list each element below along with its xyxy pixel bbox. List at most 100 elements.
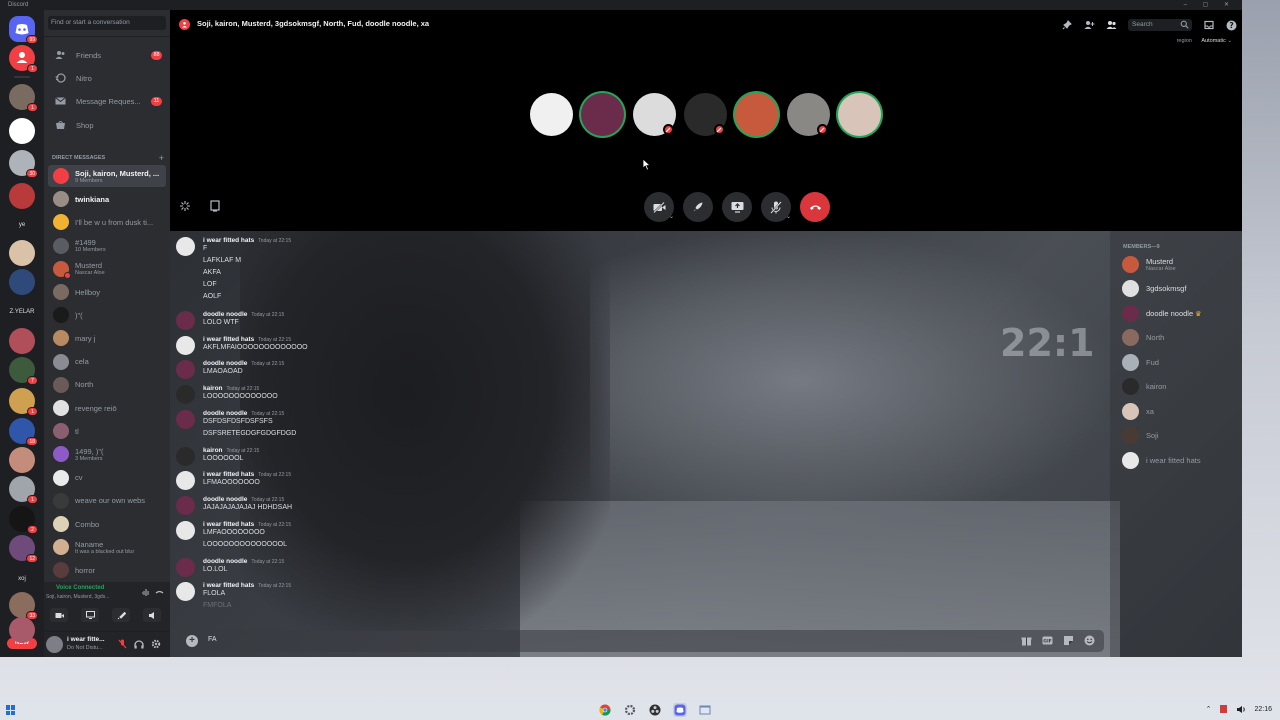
message-avatar[interactable] bbox=[176, 336, 195, 355]
activity-button[interactable] bbox=[112, 608, 130, 622]
server-icon[interactable]: 30 bbox=[9, 150, 38, 178]
message-author[interactable]: i wear fitted hats bbox=[203, 336, 254, 343]
dm-item[interactable]: Musterd Nascar Aloe bbox=[48, 258, 166, 280]
pinned-button[interactable] bbox=[1056, 17, 1078, 33]
member-item[interactable]: doodle noodle ♛ bbox=[1122, 303, 1201, 323]
dm-item[interactable]: Hellboy bbox=[48, 281, 166, 303]
activity-button[interactable] bbox=[683, 192, 713, 222]
server-icon[interactable]: 1 bbox=[9, 476, 38, 504]
message-author[interactable]: doodle noodle bbox=[203, 410, 247, 417]
gift-button[interactable] bbox=[1020, 634, 1033, 647]
user-name[interactable]: i wear fitte... bbox=[67, 636, 105, 643]
user-avatar[interactable] bbox=[46, 636, 63, 653]
disconnect-icon[interactable] bbox=[155, 588, 164, 597]
message-avatar[interactable] bbox=[176, 237, 195, 256]
emoji-button[interactable] bbox=[1083, 634, 1096, 647]
camera-toggle-button[interactable]: ⌄ bbox=[644, 192, 674, 222]
server-icon[interactable]: 1 bbox=[9, 388, 38, 416]
mute-button[interactable] bbox=[116, 638, 128, 650]
end-call-button[interactable] bbox=[800, 192, 830, 222]
dm-item[interactable]: I'll be w u from dusk ti... bbox=[48, 211, 166, 233]
noise-suppression-icon[interactable] bbox=[141, 588, 150, 597]
message-author[interactable]: i wear fitted hats bbox=[203, 521, 254, 528]
message-author[interactable]: i wear fitted hats bbox=[203, 471, 254, 478]
dm-item[interactable]: revenge reiō bbox=[48, 397, 166, 419]
message-avatar[interactable] bbox=[176, 521, 195, 540]
message-author[interactable]: kairon bbox=[203, 385, 223, 392]
rail-text-server[interactable]: ye bbox=[6, 222, 38, 228]
soundboard-button[interactable] bbox=[143, 608, 161, 622]
nav-friends[interactable]: Friends 88 bbox=[48, 46, 166, 64]
search-input[interactable]: Search bbox=[1128, 19, 1192, 31]
dm-item[interactable]: twinkiana bbox=[48, 188, 166, 210]
chrome-app[interactable] bbox=[598, 703, 612, 717]
gif-button[interactable]: GIF bbox=[1041, 634, 1054, 647]
call-participant-avatar[interactable] bbox=[786, 93, 830, 136]
nav-nitro[interactable]: Nitro bbox=[48, 69, 166, 87]
member-item[interactable]: Soji bbox=[1122, 426, 1159, 446]
settings-app[interactable] bbox=[623, 703, 637, 717]
rail-text-server[interactable]: xoj bbox=[6, 576, 38, 582]
call-participant-avatar[interactable] bbox=[530, 93, 573, 136]
chevron-down-icon[interactable]: ⌄ bbox=[669, 213, 676, 220]
message-avatar[interactable] bbox=[176, 471, 195, 490]
clock[interactable]: 22:16 bbox=[1254, 706, 1272, 713]
deafen-button[interactable] bbox=[133, 638, 145, 650]
message-avatar[interactable] bbox=[176, 558, 195, 577]
popout-icon[interactable] bbox=[209, 200, 221, 212]
dm-item[interactable]: mary j bbox=[48, 327, 166, 349]
message-avatar[interactable] bbox=[176, 582, 195, 601]
message-avatar[interactable] bbox=[176, 360, 195, 379]
member-item[interactable]: Fud bbox=[1122, 352, 1159, 372]
speaker-icon[interactable] bbox=[1236, 705, 1246, 714]
dm-item[interactable]: Soji, kairon, Musterd, ... 9 Members bbox=[48, 165, 166, 187]
call-participant-avatar[interactable] bbox=[632, 93, 676, 136]
member-item[interactable]: Musterd Nascar Aloe bbox=[1122, 254, 1176, 274]
member-item[interactable]: North bbox=[1122, 328, 1164, 348]
screen-share-button[interactable] bbox=[722, 192, 752, 222]
inbox-button[interactable] bbox=[1198, 17, 1220, 33]
server-icon[interactable]: 2 bbox=[9, 506, 38, 534]
message-author[interactable]: doodle noodle bbox=[203, 311, 247, 318]
server-icon[interactable] bbox=[9, 183, 35, 209]
server-icon[interactable]: 33 bbox=[9, 592, 38, 620]
mic-toggle-button[interactable]: ⌄ bbox=[761, 192, 791, 222]
dm-item[interactable]: cela bbox=[48, 351, 166, 373]
server-icon[interactable] bbox=[9, 447, 35, 473]
server-icon[interactable]: 12 bbox=[9, 535, 38, 563]
message-author[interactable]: i wear fitted hats bbox=[203, 237, 254, 244]
settings-button[interactable] bbox=[150, 638, 162, 650]
notification-badge-icon[interactable] bbox=[1219, 704, 1228, 714]
member-item[interactable]: i wear fitted hats bbox=[1122, 450, 1201, 470]
message-composer[interactable]: + FA GIF bbox=[178, 630, 1104, 652]
add-friends-button[interactable] bbox=[1078, 17, 1100, 33]
server-icon[interactable]: 1 bbox=[9, 84, 38, 112]
dm-item[interactable]: 1499, )"(3 Members bbox=[48, 443, 166, 465]
message-author[interactable]: doodle noodle bbox=[203, 558, 247, 565]
activity-sparkle-icon[interactable] bbox=[179, 200, 191, 212]
chevron-down-icon[interactable]: ⌄ bbox=[786, 213, 793, 220]
server-icon[interactable] bbox=[9, 328, 35, 354]
dm-search-input[interactable]: Find or start a conversation bbox=[48, 16, 166, 30]
obs-app[interactable] bbox=[648, 703, 662, 717]
dm-item[interactable]: )"( bbox=[48, 304, 166, 326]
attach-button[interactable]: + bbox=[186, 635, 198, 647]
server-icon[interactable] bbox=[9, 617, 35, 643]
message-author[interactable]: doodle noodle bbox=[203, 496, 247, 503]
message-avatar[interactable] bbox=[176, 447, 195, 466]
member-item[interactable]: 3gdsokmsgf bbox=[1122, 279, 1186, 299]
dm-item[interactable]: cv bbox=[48, 467, 166, 489]
call-participant-avatar[interactable] bbox=[581, 93, 625, 136]
start-button[interactable] bbox=[6, 705, 16, 715]
message-avatar[interactable] bbox=[176, 410, 195, 429]
discord-app[interactable] bbox=[673, 703, 687, 717]
dm-item[interactable]: tl bbox=[48, 420, 166, 442]
home-button[interactable]: 99 bbox=[9, 16, 38, 44]
chevron-up-icon[interactable]: ⌃ bbox=[1206, 705, 1212, 713]
call-participant-avatar[interactable] bbox=[683, 93, 727, 136]
call-participant-avatar[interactable] bbox=[735, 93, 779, 136]
rail-dm-group[interactable]: 1 bbox=[9, 45, 38, 73]
video-button[interactable] bbox=[50, 608, 68, 622]
message-avatar[interactable] bbox=[176, 496, 195, 515]
explorer-app[interactable] bbox=[698, 703, 712, 717]
